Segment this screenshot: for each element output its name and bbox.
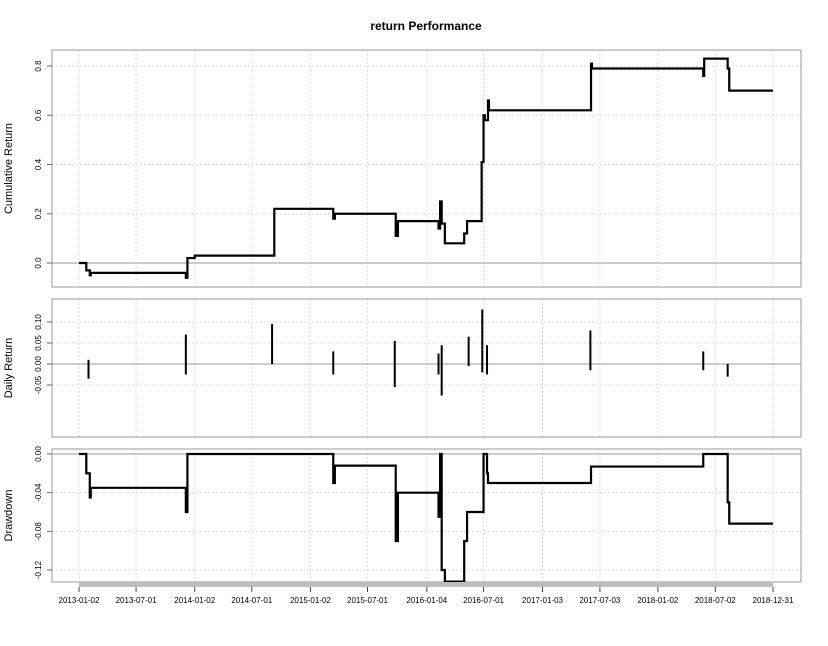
x-tick-label: 2016-01-04 [406,596,447,605]
y-tick-label: -0.08 [34,522,43,541]
x-tick-label: 2013-07-01 [116,596,157,605]
x-tick-label: 2015-01-02 [290,596,331,605]
y-tick-label: 0.00 [34,356,43,372]
y-tick-label: 0.05 [34,335,43,351]
y-tick-label: -0.12 [34,560,43,579]
y-tick-label: 0.6 [34,109,43,121]
panel-daily: -0.05 0.00 0.05 0.10 Daily Return [3,298,802,438]
performance-chart: return Performance 0.0 0.2 0.4 0.6 0.8 Cumula… [3,19,802,605]
x-tick-label: 2018-01-02 [637,596,678,605]
x-tick-label: 2015-07-01 [347,596,388,605]
x-tick-label: 2014-07-01 [231,596,272,605]
y-tick-label: 0.2 [34,208,43,220]
x-axis-band [79,582,773,587]
y-tick-label: 0.8 [34,60,43,72]
y-tick-label: -0.04 [34,483,43,502]
y-tick-label: -0.05 [34,375,43,394]
x-axis: 2013-01-02 2013-07-01 2014-01-02 2014-07-01… [59,582,794,605]
series-line-0 [79,57,773,279]
y-tick-label: 0.4 [34,158,43,170]
y-axis-label: Drawdown [3,490,15,542]
y-tick-label: 0.0 [34,257,43,269]
chart-title: return Performance [370,19,482,33]
panel-cumulative: 0.0 0.2 0.4 0.6 0.8 Cumulative Return [3,49,802,288]
series-line-0 [79,452,773,583]
x-tick-label: 2017-07-03 [579,596,620,605]
x-tick-label: 2016-07-01 [463,596,504,605]
x-tick-label: 2014-01-02 [174,596,215,605]
x-tick-label: 2018-12-31 [753,596,794,605]
panels: 0.0 0.2 0.4 0.6 0.8 Cumulative Return -0.05 0.0… [3,49,802,583]
x-tick-label: 2017-01-03 [522,596,563,605]
x-tick-label: 2018-07-02 [695,596,736,605]
x-tick-label: 2013-01-02 [59,596,100,605]
y-axis-label: Daily Return [3,338,15,399]
panel-drawdown: 0.00 -0.04 -0.08 -0.12 Drawdown [3,446,802,583]
y-tick-label: 0.10 [34,314,43,330]
y-axis-label: Cumulative Return [3,123,15,214]
y-tick-label: 0.00 [34,446,43,462]
